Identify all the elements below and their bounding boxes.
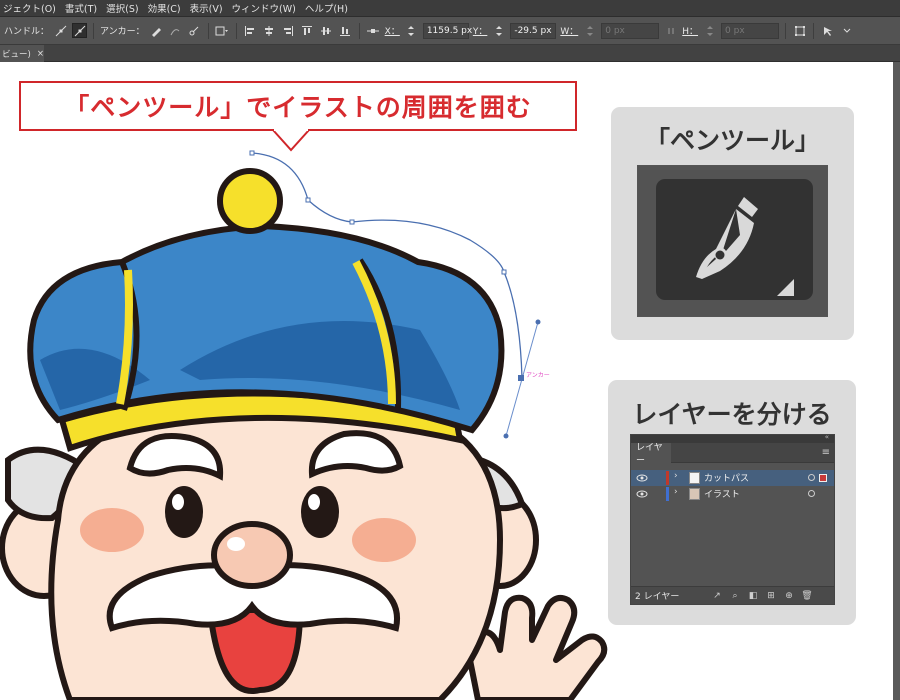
selection-indicator[interactable] [819, 474, 827, 482]
right-eyebrow [308, 430, 404, 479]
right-cheek [352, 518, 416, 562]
anchor-hint-label: アンカー [526, 372, 550, 379]
right-eye-highlight [308, 494, 320, 510]
visibility-eye-icon[interactable] [636, 473, 648, 483]
pen-tool-card: 「ペンツール」 [611, 107, 854, 340]
right-eye [301, 486, 339, 538]
new-sublayer-icon[interactable]: ⊞ [765, 590, 777, 602]
search-icon[interactable]: ⌕ [729, 590, 741, 602]
tab-layers[interactable]: レイヤー [631, 443, 671, 466]
layer-color-swatch [666, 471, 669, 485]
expand-arrow-icon[interactable]: › [674, 471, 678, 481]
target-circle-icon[interactable] [808, 490, 815, 497]
pen-tool-icon [696, 197, 794, 296]
panel-menu-icon[interactable]: ≡ [822, 447, 830, 458]
target-circle-icon[interactable] [808, 474, 815, 481]
layer-count: 2 レイヤー [635, 592, 680, 602]
left-cheek [80, 508, 144, 552]
layer-row-cutpath[interactable]: › カットパス [631, 470, 834, 486]
pen-tool-button[interactable] [637, 165, 828, 317]
pen-tool-button-face [656, 179, 813, 300]
layers-card: レイヤーを分ける « レイヤー ≡ › カットパス › イラスト 2 レイヤー … [608, 380, 856, 625]
left-eyebrow [126, 433, 224, 481]
nose [211, 521, 293, 589]
instruction-callout: 「ペンツール」でイラストの周囲を囲む [19, 81, 577, 131]
pen-tool-title: 「ペンツール」 [644, 126, 820, 155]
layer-thumbnail [689, 488, 700, 500]
layers-panel: « レイヤー ≡ › カットパス › イラスト 2 レイヤー ↗ ⌕ ◧ ⊞ ⊕… [630, 433, 835, 605]
layer-thumbnail [689, 472, 700, 484]
collapse-icon[interactable]: « [825, 433, 829, 441]
trash-icon[interactable]: 🗑 [801, 590, 813, 602]
panel-footer: 2 レイヤー ↗ ⌕ ◧ ⊞ ⊕ 🗑 [631, 586, 834, 604]
new-layer-icon[interactable]: ⊕ [783, 590, 795, 602]
layer-row-illustration[interactable]: › イラスト [631, 486, 834, 502]
panel-tab-row: レイヤー ≡ [631, 443, 834, 466]
left-eye-highlight [172, 494, 184, 510]
layer-color-swatch [666, 487, 669, 501]
layer-name: イラスト [704, 490, 740, 500]
layer-name: カットパス [704, 474, 750, 484]
callout-tail [272, 129, 310, 152]
left-eye [165, 486, 203, 538]
expand-arrow-icon[interactable]: › [674, 487, 678, 497]
export-icon[interactable]: ↗ [711, 590, 723, 602]
layers-card-title: レイヤーを分ける [632, 400, 832, 429]
nose-highlight [227, 537, 245, 551]
clipping-mask-icon[interactable]: ◧ [747, 590, 759, 602]
visibility-eye-icon[interactable] [636, 489, 648, 499]
hat-pompom [217, 168, 283, 234]
